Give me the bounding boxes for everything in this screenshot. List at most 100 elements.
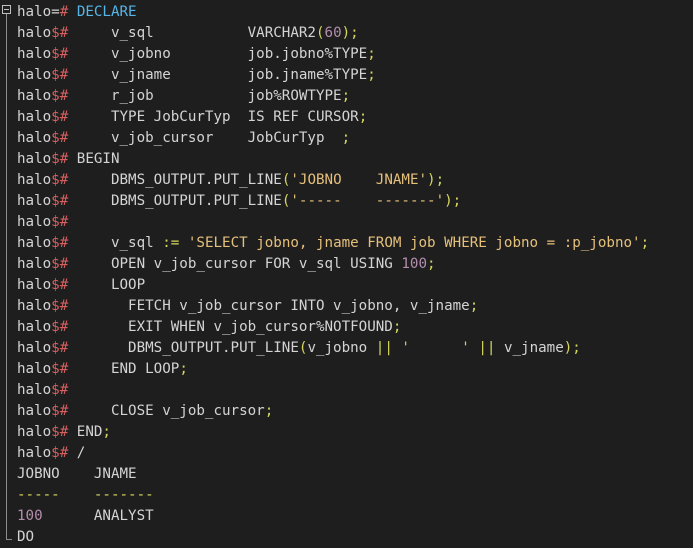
terminal-line: halo$# DBMS_OUTPUT.PUT_LINE(v_jobno || '… xyxy=(17,338,693,359)
code-token-sym: $# xyxy=(51,88,69,104)
code-token-sym: $# xyxy=(51,361,69,377)
code-token-plain: FETCH v_job_cursor INTO v_jobno, v_jname xyxy=(68,298,470,314)
terminal-line: halo$# xyxy=(17,212,693,233)
code-token-sym: $# xyxy=(51,445,77,461)
code-token-punct: ; xyxy=(341,130,351,146)
terminal-line: halo$# DBMS_OUTPUT.PUT_LINE('----- -----… xyxy=(17,191,693,212)
code-token-punct: ; xyxy=(469,298,479,314)
code-token-prompt: halo xyxy=(17,235,52,251)
terminal-line: halo$# xyxy=(17,380,693,401)
code-token-punct: ; xyxy=(102,424,111,440)
code-token-sym: $# xyxy=(51,382,69,398)
collapse-minus-icon[interactable] xyxy=(2,5,11,14)
code-token-str: 'JOBNO JNAME' xyxy=(290,172,428,188)
code-token-plain: DBMS_OUTPUT.PUT_LINE xyxy=(68,340,299,356)
terminal-line: halo$# EXIT WHEN v_job_cursor%NOTFOUND; xyxy=(17,317,693,338)
code-token-plain: v_sql VARCHAR2 xyxy=(68,25,316,41)
code-token-punct: ); xyxy=(444,193,462,209)
code-token-num: 100 xyxy=(17,508,43,524)
code-token-plain: v_sql xyxy=(68,235,163,251)
code-token-prompt: halo xyxy=(17,46,52,62)
code-token-prompt: halo xyxy=(17,109,52,125)
code-token-sym: $# xyxy=(51,109,69,125)
code-token-plain: END xyxy=(76,424,103,440)
code-token-plain: v_job_cursor JobCurTyp xyxy=(68,130,342,146)
code-token-punct: ; xyxy=(179,361,188,377)
code-token-prompt: halo xyxy=(17,382,52,398)
terminal-line: halo$# v_job_cursor JobCurTyp ; xyxy=(17,128,693,149)
code-token-plain: ANALYST xyxy=(42,508,154,524)
code-token-prompt: halo xyxy=(17,88,52,104)
code-token-punct: ); xyxy=(341,25,359,41)
code-token-punct: ; xyxy=(427,256,436,272)
terminal-line: halo$# END LOOP; xyxy=(17,359,693,380)
code-token-punct: ( xyxy=(315,25,325,41)
code-token-sym: $# xyxy=(51,193,69,209)
code-token-prompt: halo xyxy=(17,67,52,83)
code-token-punct: ; xyxy=(367,46,376,62)
code-token-plain: LOOP xyxy=(68,277,146,293)
code-token-punct: ; xyxy=(341,88,351,104)
code-token-plain: / xyxy=(76,445,86,461)
terminal-editor[interactable]: halo=# DECLARE halo$# v_sql VARCHAR2(60);… xyxy=(0,0,693,547)
code-token-sym: $# xyxy=(51,214,69,230)
code-token-sym: $# xyxy=(51,235,69,251)
code-token-prompt: halo xyxy=(17,340,52,356)
code-token-plain: v_jobno job.jobno%TYPE xyxy=(68,46,368,62)
code-token-plain: BEGIN xyxy=(76,151,120,167)
code-token-plain: v_jobno xyxy=(307,340,376,356)
code-token-str: 'SELECT jobno, jname FROM job WHERE jobn… xyxy=(187,235,641,251)
fold-gutter xyxy=(0,0,16,547)
code-token-sym: $# xyxy=(51,256,69,272)
code-token-plain: JOBNO JNAME xyxy=(17,466,137,482)
code-token-plain: TYPE JobCurTyp IS REF CURSOR xyxy=(68,109,359,125)
code-token-plain: OPEN v_job_cursor FOR v_sql USING xyxy=(68,256,402,272)
code-token-op: || xyxy=(375,340,393,356)
code-token-prompt: halo= xyxy=(17,4,60,20)
code-token-punct: ); xyxy=(427,172,445,188)
terminal-line: halo$# DBMS_OUTPUT.PUT_LINE('JOBNO JNAME… xyxy=(17,170,693,191)
code-token-prompt: halo xyxy=(17,214,52,230)
code-token-prompt: halo xyxy=(17,424,52,440)
code-token-prompt: halo xyxy=(17,151,52,167)
code-token-punct: ; xyxy=(392,319,402,335)
code-token-kw: DECLARE xyxy=(76,4,137,20)
fold-guide-line xyxy=(6,14,7,540)
code-token-sym: # xyxy=(59,4,77,20)
code-token-prompt: halo xyxy=(17,403,52,419)
code-token-sym: $# xyxy=(51,130,69,146)
code-token-sym: $# xyxy=(51,25,69,41)
code-token-plain: EXIT WHEN v_job_cursor%NOTFOUND xyxy=(68,319,393,335)
terminal-line: halo$# v_jname job.jname%TYPE; xyxy=(17,65,693,86)
code-token-plain: DBMS_OUTPUT.PUT_LINE xyxy=(68,172,282,188)
code-token-punct: ; xyxy=(264,403,274,419)
code-token-prompt: halo xyxy=(17,130,52,146)
terminal-line: halo$# / xyxy=(17,443,693,464)
code-token-str: '----- -------' xyxy=(290,193,445,209)
code-token-plain: v_jname job.jname%TYPE xyxy=(68,67,368,83)
terminal-line: halo$# TYPE JobCurTyp IS REF CURSOR; xyxy=(17,107,693,128)
code-token-sym: $# xyxy=(51,403,69,419)
code-token-prompt: halo xyxy=(17,319,52,335)
code-token-plain: CLOSE v_job_cursor xyxy=(68,403,265,419)
code-token-sym: $# xyxy=(51,46,69,62)
code-token-sym: $# xyxy=(51,319,69,335)
terminal-line: halo$# CLOSE v_job_cursor; xyxy=(17,401,693,422)
code-token-sym: $# xyxy=(51,340,69,356)
code-token-prompt: halo xyxy=(17,445,52,461)
code-token-prompt: halo xyxy=(17,298,52,314)
terminal-line: halo$# v_sql VARCHAR2(60); xyxy=(17,23,693,44)
code-token-plain: v_jname xyxy=(495,340,564,356)
code-token-punct: ; xyxy=(640,235,650,251)
code-token-op: || xyxy=(478,340,496,356)
terminal-line: 100 ANALYST xyxy=(17,506,693,527)
terminal-line: JOBNO JNAME xyxy=(17,464,693,485)
fold-guide-end xyxy=(6,539,12,540)
code-token-punct: ; xyxy=(358,109,368,125)
terminal-line: halo$# END; xyxy=(17,422,693,443)
code-token-num: 60 xyxy=(324,25,342,41)
terminal-line: ----- ------- xyxy=(17,485,693,506)
terminal-line: halo$# LOOP xyxy=(17,275,693,296)
code-token-sym: $# xyxy=(51,424,77,440)
